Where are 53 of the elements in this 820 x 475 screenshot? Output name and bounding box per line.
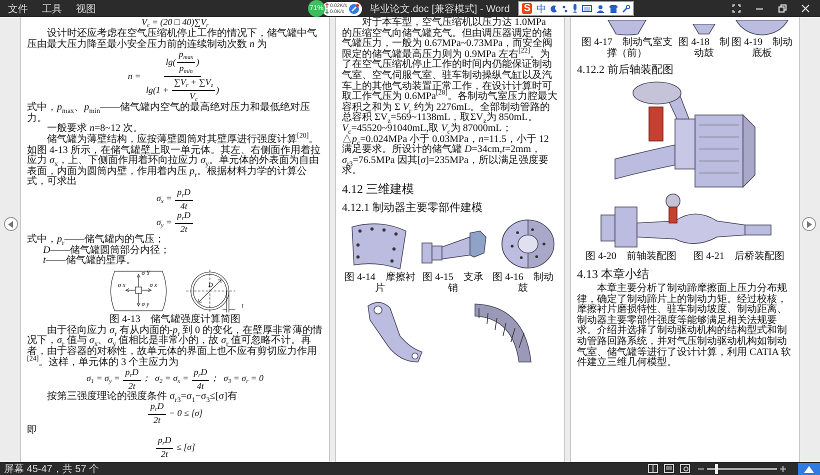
figure-caption: 图 4-19 制动底板 (731, 37, 793, 59)
paragraph: t——储气罐的壁厚。 (42, 256, 137, 267)
paragraph: 式中，p$_{r}$——储气罐内的气压； (27, 234, 166, 246)
previous-page-button[interactable] (4, 217, 18, 231)
paragraph: 储气罐为薄壁结构，应按薄壁圆筒对其壁厚进行强度计算$^{[20]}$。如图 4-13 所示，在储气罐壁上取一单元体。其左、右侧面作用着拉应力 σ$_{x}$，上、下侧面作用着环向拉应力 σ$_{y}$。单元体的外表面为自由表面，内面为圆筒内壁，作用着内压 p$_{r}$。根据材料力学的计算公式，可求出 (27, 134, 322, 188)
next-page-button[interactable] (802, 217, 816, 231)
figure-caption: 图 4-18 制动鼓 (678, 37, 731, 59)
shirt-icon[interactable] (609, 4, 618, 12)
paragraph: 式中，p$_{max}$、p$_{min}$——储气罐内空气的最高绝对压力和最低绝对压力。 (27, 103, 311, 124)
paragraph: 设计时还应考虑在空气压缩机停止工作的情况下，储气罐中气压由最大压力降至最小安全压力前的连续制动次数 n 为 (27, 29, 318, 50)
moon-icon[interactable] (550, 4, 558, 12)
print-layout-icon[interactable] (664, 464, 674, 473)
paragraph: D——储气罐圆筒部分内径； (42, 246, 172, 256)
user-icon[interactable] (596, 4, 606, 12)
web-layout-icon[interactable] (680, 464, 690, 473)
restore-icon[interactable] (778, 4, 787, 13)
menu-item[interactable]: 工具 (42, 2, 62, 16)
subsection-heading: 4.12.1 制动器主要零部件建模 (342, 200, 484, 215)
fullscreen-icon[interactable] (732, 4, 741, 13)
upload-arrow-icon (325, 3, 329, 8)
ime-toolbar[interactable]: S 中 (518, 1, 634, 16)
figure-caption: 图 4-21 后桥装配图 (694, 251, 784, 262)
zoom-in-icon[interactable] (780, 466, 786, 472)
figure-caption: 图 4-14 摩擦衬片 (344, 272, 416, 294)
wrench-icon[interactable] (622, 4, 630, 12)
section-heading: 4.13 本章小结 (577, 267, 650, 282)
paragraph: 按第三强度理论的强度条件 σ$_{r3}$=σ$_{1}$−σ$_{3}$≤[σ]有 (46, 392, 238, 402)
figure-caption: 图 4-20 前轴装配图 (586, 251, 676, 262)
subsection-heading: 4.12.2 前后轴装配图 (577, 63, 674, 77)
keyboard-icon[interactable] (582, 5, 592, 12)
zoom-thumb[interactable] (715, 464, 718, 474)
paragraph: 由于径向应力 σ$_{r}$ 有从内面的-p$_{r}$ 到 0 的变化，在壁厚非常薄的情况下，σ$_{r}$ 值与 σ$_{x}$、σ$_{y}$ 值相比是非常小的，故 σ$_{r}$ 值可忽略不计。再者，由于容器的对称性，故单元体的界面上也不应有剪切应力作用$^{[24]}$。这样，单元体的 3 个主应力为 (27, 326, 323, 368)
close-icon[interactable] (801, 4, 810, 13)
right-triangle-icon (806, 220, 812, 228)
menu-item[interactable]: 文件 (8, 2, 28, 16)
microphone-icon[interactable] (572, 4, 578, 13)
page-count: 屏幕 45-47，共 57 个 (4, 462, 100, 475)
menu-item[interactable]: 视图 (76, 2, 96, 16)
equation: V$_{c}$ = (20 □ 40)∑V$_{r}$ (142, 18, 208, 29)
figure-caption: 图 4-16 制动鼓 (492, 272, 554, 294)
figure-caption: 图 4-13 储气罐强度计算简图 (110, 314, 240, 325)
zoom-out-icon[interactable] (698, 466, 704, 472)
left-triangle-icon (8, 220, 14, 228)
punctuation-icon[interactable] (562, 4, 568, 12)
paragraph: 本章主要分析了制动蹄摩擦面上压力分布规律，确定了制动蹄片上的制动力矩。经过校核，摩擦衬片磨损特性、驻车制动坡度、制动距离、制动器主要零部件强度等能够满足相关法规要求。介绍并选择了制动驱动机构的结构型式和制动管路回路系统，并对气压制动驱动机构如制动气室、储气罐等进行了设计计算，利用 CATIA 软件建立三维几何模型。 (577, 284, 792, 369)
figure-caption: 图 4-17 制动气室支撑（前） (580, 37, 674, 59)
paragraph: 一般要求 n=8~12 次。 (46, 124, 144, 134)
section-heading: 4.12 三维建模 (342, 182, 415, 197)
window-title: 毕业论文.doc [兼容模式] - Word (370, 2, 510, 16)
figure-caption: 图 4-15 支承销 (422, 272, 484, 294)
paragraph: 即 (27, 426, 38, 436)
download-arrow-icon (325, 9, 329, 14)
read-mode-icon[interactable] (648, 464, 658, 473)
